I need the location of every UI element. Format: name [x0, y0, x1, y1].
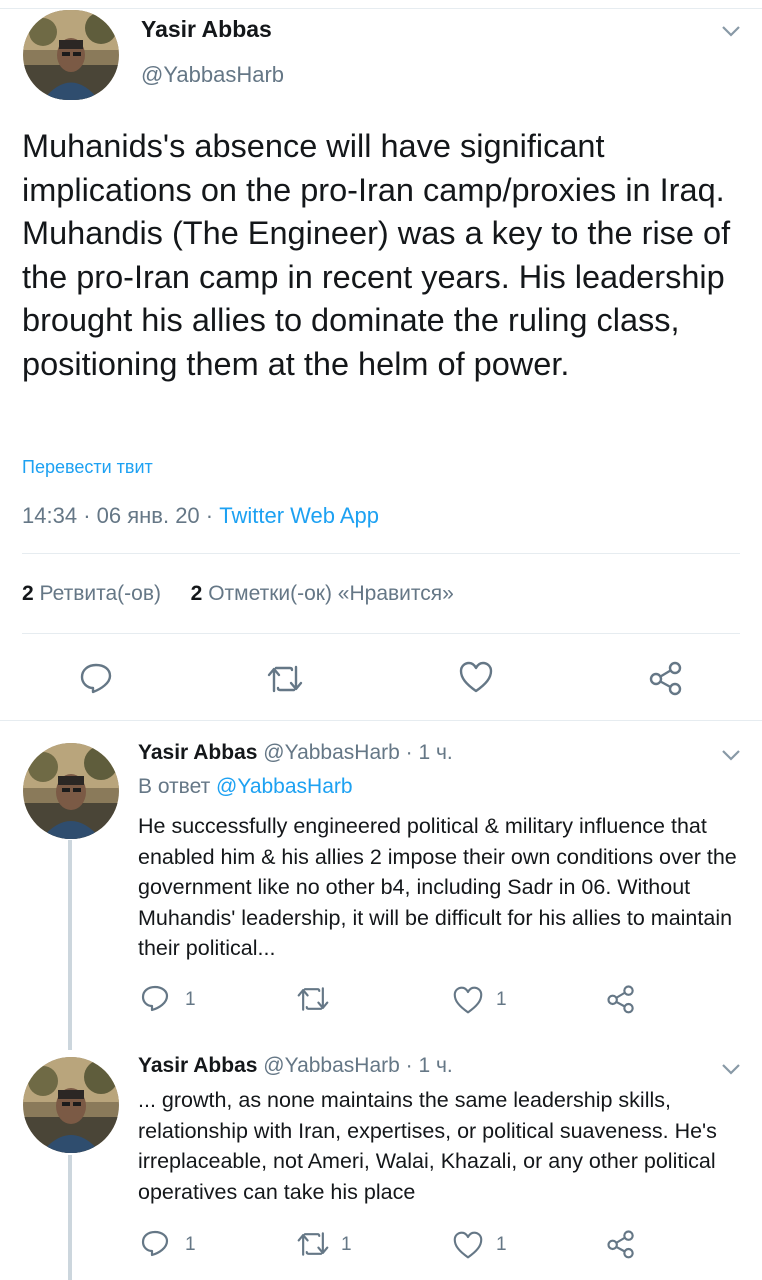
author-name[interactable]: Yasir Abbas	[138, 1054, 257, 1077]
tweet-text: Muhanids's absence will have significant…	[22, 128, 731, 382]
retweet-count: 1	[341, 1234, 352, 1255]
chevron-down-icon[interactable]	[720, 24, 742, 38]
chevron-down-icon[interactable]	[720, 748, 742, 762]
tweet-date: 06 янв. 20	[96, 503, 200, 528]
thread-line	[68, 840, 72, 1050]
reply-icon[interactable]	[140, 1229, 170, 1259]
share-icon[interactable]	[606, 1229, 636, 1259]
top-divider	[0, 8, 762, 9]
reply-time: · 1 ч.	[405, 741, 453, 764]
reply-icon[interactable]	[79, 661, 113, 695]
translate-link[interactable]: Перевести твит	[22, 457, 153, 478]
likes-label[interactable]: Отметки(-ок) «Нравится»	[208, 582, 454, 605]
reply-header: Yasir Abbas @YabbasHarb · 1 ч.	[138, 741, 453, 765]
reply-to-line: В ответ @YabbasHarb	[138, 775, 353, 799]
like-count: 1	[496, 1234, 507, 1255]
divider	[22, 633, 740, 634]
share-icon[interactable]	[606, 984, 636, 1014]
author-name[interactable]: Yasir Abbas	[138, 741, 257, 764]
reply-header: Yasir Abbas @YabbasHarb · 1 ч.	[138, 1054, 453, 1078]
chevron-down-icon[interactable]	[720, 1062, 742, 1076]
tweet-stats: 2 Ретвита(-ов) 2 Отметки(-ок) «Нравится»	[22, 582, 454, 606]
like-count: 1	[496, 989, 507, 1010]
avatar[interactable]	[23, 10, 119, 100]
reply-text: He successfully engineered political & m…	[138, 814, 737, 960]
author-name[interactable]: Yasir Abbas	[141, 16, 272, 43]
retweet-icon[interactable]	[266, 664, 304, 694]
like-icon[interactable]	[452, 1230, 484, 1260]
meta-separator: ·	[83, 503, 91, 528]
thread-line	[68, 1155, 72, 1280]
avatar[interactable]	[23, 743, 119, 839]
like-icon[interactable]	[452, 985, 484, 1015]
retweets-label[interactable]: Ретвита(-ов)	[40, 582, 161, 605]
meta-separator: ·	[205, 503, 214, 528]
reply-text: ... growth, as none maintains the same l…	[138, 1088, 717, 1204]
retweet-icon[interactable]	[296, 985, 330, 1013]
reply-count: 1	[185, 1234, 196, 1255]
likes-count[interactable]: 2	[191, 582, 203, 605]
tweet-time: 14:34	[22, 503, 78, 528]
author-handle[interactable]: @YabbasHarb	[263, 1054, 400, 1077]
reply-icon[interactable]	[140, 984, 170, 1014]
tweet-source-link[interactable]: Twitter Web App	[219, 503, 379, 528]
section-divider	[0, 720, 762, 721]
divider	[22, 553, 740, 554]
reply-count: 1	[185, 989, 196, 1010]
share-icon[interactable]	[648, 660, 684, 696]
author-handle[interactable]: @YabbasHarb	[141, 62, 284, 88]
retweets-count[interactable]: 2	[22, 582, 34, 605]
reply-time: · 1 ч.	[405, 1054, 453, 1077]
tweet-meta: 14:34 · 06 янв. 20 · Twitter Web App	[22, 503, 379, 529]
reply-to-label: В ответ	[138, 775, 211, 798]
like-icon[interactable]	[458, 660, 494, 694]
reply-to-handle[interactable]: @YabbasHarb	[216, 775, 353, 798]
avatar[interactable]	[23, 1057, 119, 1153]
retweet-icon[interactable]	[296, 1230, 330, 1258]
author-handle[interactable]: @YabbasHarb	[263, 741, 400, 764]
